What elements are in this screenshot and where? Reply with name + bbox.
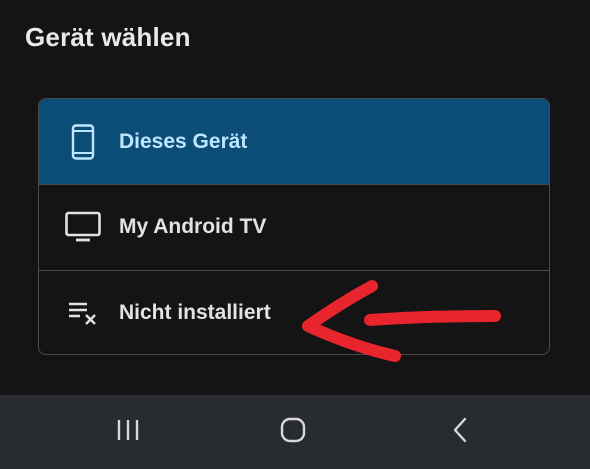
device-label: Nicht installiert [119, 301, 271, 324]
red-arrow-icon [302, 280, 501, 362]
dialog-title: Gerät wählen [25, 22, 191, 52]
device-picker-screen: Gerät wählen Dieses Gerät My Android TV [0, 0, 590, 469]
recents-icon [115, 418, 141, 447]
home-button[interactable] [273, 415, 313, 449]
recents-button[interactable] [108, 415, 148, 449]
device-item-this-device[interactable]: Dieses Gerät [39, 99, 549, 184]
device-label: My Android TV [119, 215, 267, 238]
back-button[interactable] [440, 415, 480, 449]
device-item-android-tv[interactable]: My Android TV [39, 184, 549, 269]
tv-icon [65, 209, 101, 245]
back-icon [450, 417, 470, 448]
home-icon [280, 417, 306, 448]
system-navbar [0, 395, 590, 469]
smartphone-icon [65, 123, 101, 160]
clear-list-icon [65, 295, 101, 331]
device-label: Dieses Gerät [119, 129, 248, 153]
